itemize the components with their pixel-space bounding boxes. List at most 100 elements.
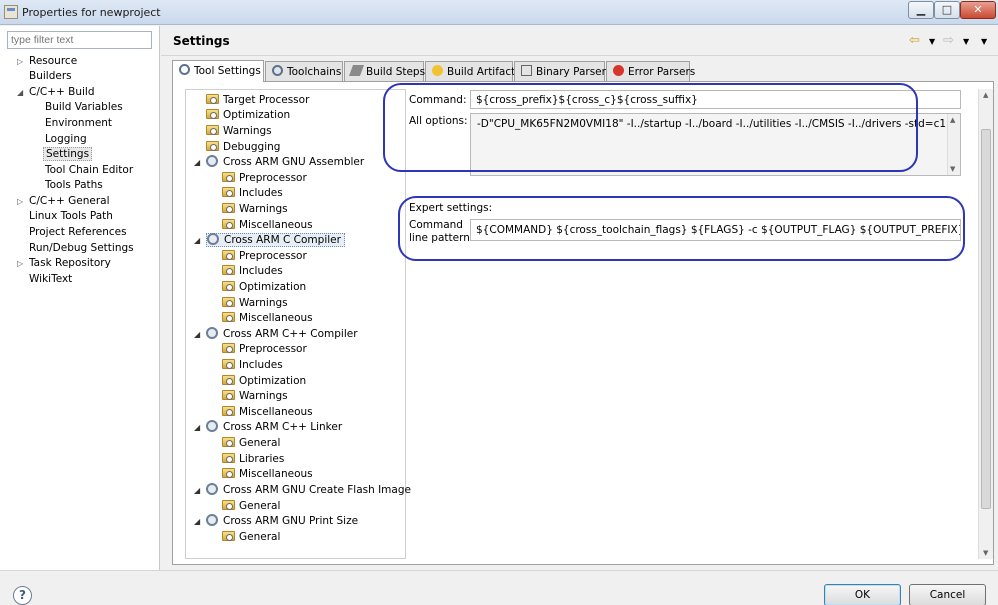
command-field[interactable]: ${cross_prefix}${cross_c}${cross_suffix} (470, 90, 961, 109)
tree-item-cross-arm-gnu-create-flash-image[interactable]: ◢ Cross ARM GNU Create Flash Image (194, 483, 411, 498)
tree-item-general[interactable]: General (222, 499, 280, 514)
nav-item-builders[interactable]: Builders (29, 69, 72, 84)
maximize-button[interactable]: □ (934, 1, 960, 19)
collapse-arrow-icon[interactable]: ◢ (194, 514, 200, 529)
cancel-button[interactable]: Cancel (909, 584, 986, 605)
tab-build-steps[interactable]: Build Steps (344, 61, 425, 81)
nav-item-resource[interactable]: ▷ Resource (17, 54, 77, 69)
nav-item-project-references[interactable]: Project References (29, 225, 127, 240)
nav-item-tools-paths[interactable]: Tools Paths (45, 178, 103, 193)
tree-item-preprocessor[interactable]: Preprocessor (222, 342, 307, 357)
tree-item-cross-arm-cpp-compiler[interactable]: ◢ Cross ARM C++ Compiler (194, 327, 358, 342)
option-folder-icon (206, 109, 219, 119)
app-icon (4, 5, 18, 19)
build-steps-icon (348, 65, 365, 76)
tab-tool-settings[interactable]: Tool Settings (172, 60, 264, 82)
collapse-arrow-icon[interactable]: ◢ (194, 233, 200, 248)
command-line-pattern-field[interactable]: ${COMMAND} ${cross_toolchain_flags} ${FL… (470, 219, 961, 241)
option-folder-icon (222, 375, 235, 385)
nav-item-logging[interactable]: Logging (45, 132, 87, 147)
scroll-down-icon[interactable]: ▼ (950, 165, 955, 173)
tree-item-warnings[interactable]: Warnings (206, 124, 272, 139)
tree-item-general[interactable]: General (222, 436, 280, 451)
nav-item-environment[interactable]: Environment (45, 116, 112, 131)
all-options-scrollbar[interactable]: ▲ ▼ (947, 114, 960, 175)
expand-arrow-icon[interactable]: ▷ (17, 256, 27, 271)
tree-item-miscellaneous[interactable]: Miscellaneous (222, 405, 313, 420)
collapse-arrow-icon[interactable]: ◢ (194, 327, 200, 342)
option-folder-icon (222, 468, 235, 478)
chevron-down-icon[interactable]: ▼ (929, 37, 935, 46)
tree-item-optimization[interactable]: Optimization (206, 108, 290, 123)
option-folder-icon (222, 203, 235, 213)
nav-item-linux-tools-path[interactable]: Linux Tools Path (29, 209, 113, 224)
chevron-down-icon[interactable]: ▼ (963, 37, 969, 46)
scrollbar-thumb[interactable] (981, 129, 991, 509)
nav-item-run-debug-settings[interactable]: Run/Debug Settings (29, 241, 134, 256)
tree-item-optimization[interactable]: Optimization (222, 374, 306, 389)
all-options-field[interactable]: -D"CPU_MK65FN2M0VMI18" -I../startup -I..… (470, 113, 961, 176)
collapse-arrow-icon[interactable]: ◢ (194, 420, 200, 435)
tree-item-warnings[interactable]: Warnings (222, 389, 288, 404)
panel-scrollbar[interactable]: ▲ ▼ (978, 89, 993, 559)
scroll-up-icon[interactable]: ▲ (950, 116, 955, 124)
tree-item-miscellaneous[interactable]: Miscellaneous (222, 311, 313, 326)
tree-item-cross-arm-c-compiler[interactable]: ◢ Cross ARM C Compiler (194, 233, 345, 248)
close-icon: ✕ (973, 3, 983, 16)
tree-item-includes[interactable]: Includes (222, 264, 283, 279)
maximize-icon: □ (941, 3, 953, 16)
tab-binary-parsers[interactable]: Binary Parsers (514, 61, 611, 81)
tab-error-parsers[interactable]: Error Parsers (606, 61, 695, 81)
expand-arrow-icon[interactable]: ▷ (17, 54, 27, 69)
tree-item-debugging[interactable]: Debugging (206, 140, 280, 155)
collapse-arrow-icon[interactable]: ◢ (194, 155, 200, 170)
back-arrow-icon[interactable]: ⇦ (909, 33, 920, 48)
scroll-down-icon[interactable]: ▼ (983, 549, 988, 557)
tree-item-warnings[interactable]: Warnings (222, 202, 288, 217)
tree-item-general[interactable]: General (222, 530, 280, 545)
tree-item-libraries[interactable]: Libraries (222, 452, 284, 467)
tree-item-cross-arm-cpp-linker[interactable]: ◢ Cross ARM C++ Linker (194, 420, 342, 435)
minimize-button[interactable]: ▁ (908, 1, 934, 19)
tree-item-target-processor[interactable]: Target Processor (206, 93, 309, 108)
tab-toolchains[interactable]: Toolchains (265, 61, 343, 81)
nav-item-cpp-build[interactable]: ◢ C/C++ Build (17, 85, 95, 100)
option-folder-icon (222, 359, 235, 369)
tree-item-miscellaneous[interactable]: Miscellaneous (222, 467, 313, 482)
tree-item-includes[interactable]: Includes (222, 358, 283, 373)
option-folder-icon (222, 390, 235, 400)
collapse-arrow-icon[interactable]: ◢ (194, 483, 200, 498)
nav-item-wikitext[interactable]: WikiText (29, 272, 72, 287)
filter-input[interactable] (7, 31, 152, 49)
tool-settings-icon (179, 64, 190, 75)
nav-item-settings[interactable]: Settings (43, 147, 93, 162)
view-menu-icon[interactable]: ▼ (981, 37, 987, 46)
scroll-up-icon[interactable]: ▲ (983, 91, 988, 99)
option-folder-icon (222, 406, 235, 416)
expand-arrow-icon[interactable]: ▷ (17, 194, 27, 209)
nav-item-build-variables[interactable]: Build Variables (45, 100, 123, 115)
nav-item-task-repository[interactable]: ▷ Task Repository (17, 256, 111, 271)
tree-item-cross-arm-gnu-print-size[interactable]: ◢ Cross ARM GNU Print Size (194, 514, 358, 529)
tree-item-warnings[interactable]: Warnings (222, 296, 288, 311)
option-folder-icon (222, 281, 235, 291)
option-folder-icon (206, 141, 219, 151)
tree-item-includes[interactable]: Includes (222, 186, 283, 201)
close-button[interactable]: ✕ (960, 1, 996, 19)
option-folder-icon (222, 531, 235, 541)
tree-item-preprocessor[interactable]: Preprocessor (222, 171, 307, 186)
title-bar: Properties for newproject ▁ □ ✕ (0, 0, 998, 25)
option-folder-icon (206, 125, 219, 135)
tree-item-cross-arm-gnu-assembler[interactable]: ◢ Cross ARM GNU Assembler (194, 155, 364, 170)
nav-item-tool-chain-editor[interactable]: Tool Chain Editor (45, 163, 133, 178)
help-button[interactable]: ? (13, 586, 32, 605)
tree-item-preprocessor[interactable]: Preprocessor (222, 249, 307, 264)
minimize-icon: ▁ (916, 3, 926, 16)
tree-item-miscellaneous[interactable]: Miscellaneous (222, 218, 313, 233)
tab-build-artifact[interactable]: Build Artifact (425, 61, 515, 81)
forward-arrow-icon[interactable]: ⇨ (943, 33, 954, 48)
collapse-arrow-icon[interactable]: ◢ (17, 85, 27, 100)
nav-item-cpp-general[interactable]: ▷ C/C++ General (17, 194, 110, 209)
tree-item-optimization[interactable]: Optimization (222, 280, 306, 295)
ok-button[interactable]: OK (824, 584, 901, 605)
